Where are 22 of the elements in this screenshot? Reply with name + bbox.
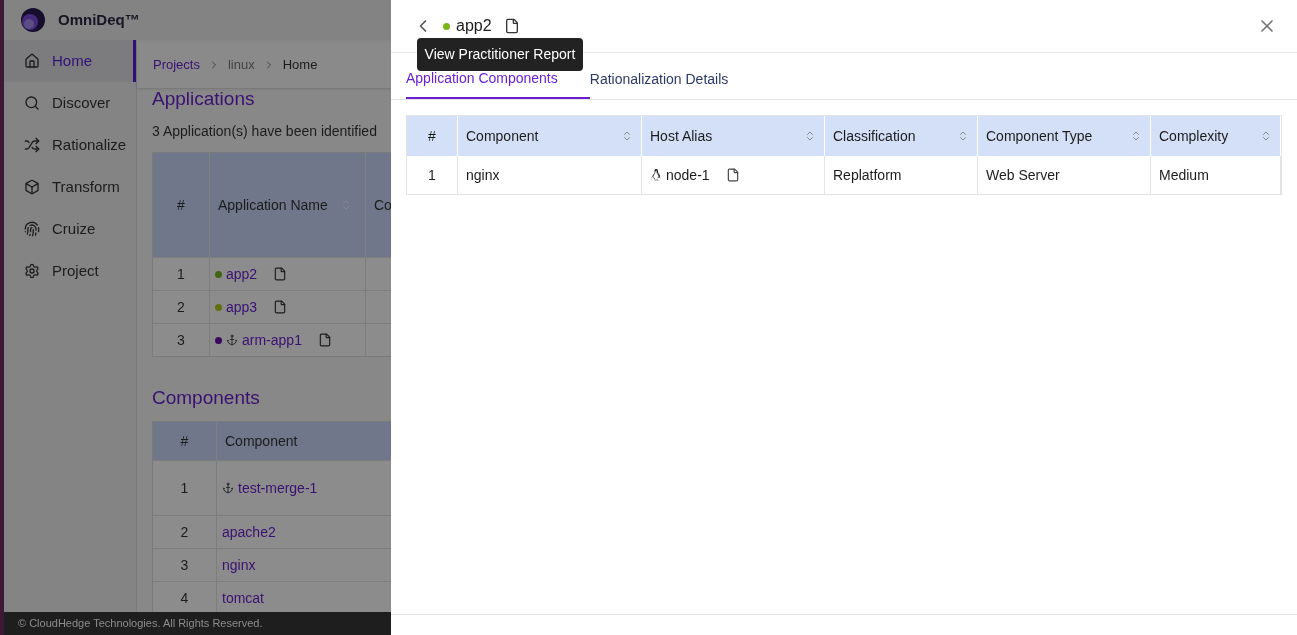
table-cell: Web Server [978,156,1151,194]
tooltip: View Practitioner Report [416,38,584,71]
section-heading: Applications [152,88,255,110]
table-cell: 3 [153,324,210,356]
breadcrumb-item: linux [227,56,255,75]
column-header: # [407,116,458,156]
column-header: Classification [825,116,978,156]
summary-text: 3 Application(s) have been identified [152,122,377,141]
column-header: Component Type [978,116,1151,156]
drawer-title: app2 [456,16,492,36]
section-heading: Components [152,387,260,409]
table-cell: Medium [1151,156,1281,194]
table-cell: 1 [407,156,458,194]
brand-name: OmniDeq™ [58,9,140,30]
column-header: Complexity [1151,116,1281,156]
column-header: Component [458,116,642,156]
column-header: Host Alias [642,116,825,156]
table-cell: Replatform [825,156,978,194]
copyright-text: © CloudHedge Technologies. All Rights Reserved. [18,616,263,632]
breadcrumb-item: Home [282,56,318,75]
table-cell: nginx [458,156,642,194]
host-name: node-1 [666,165,710,185]
